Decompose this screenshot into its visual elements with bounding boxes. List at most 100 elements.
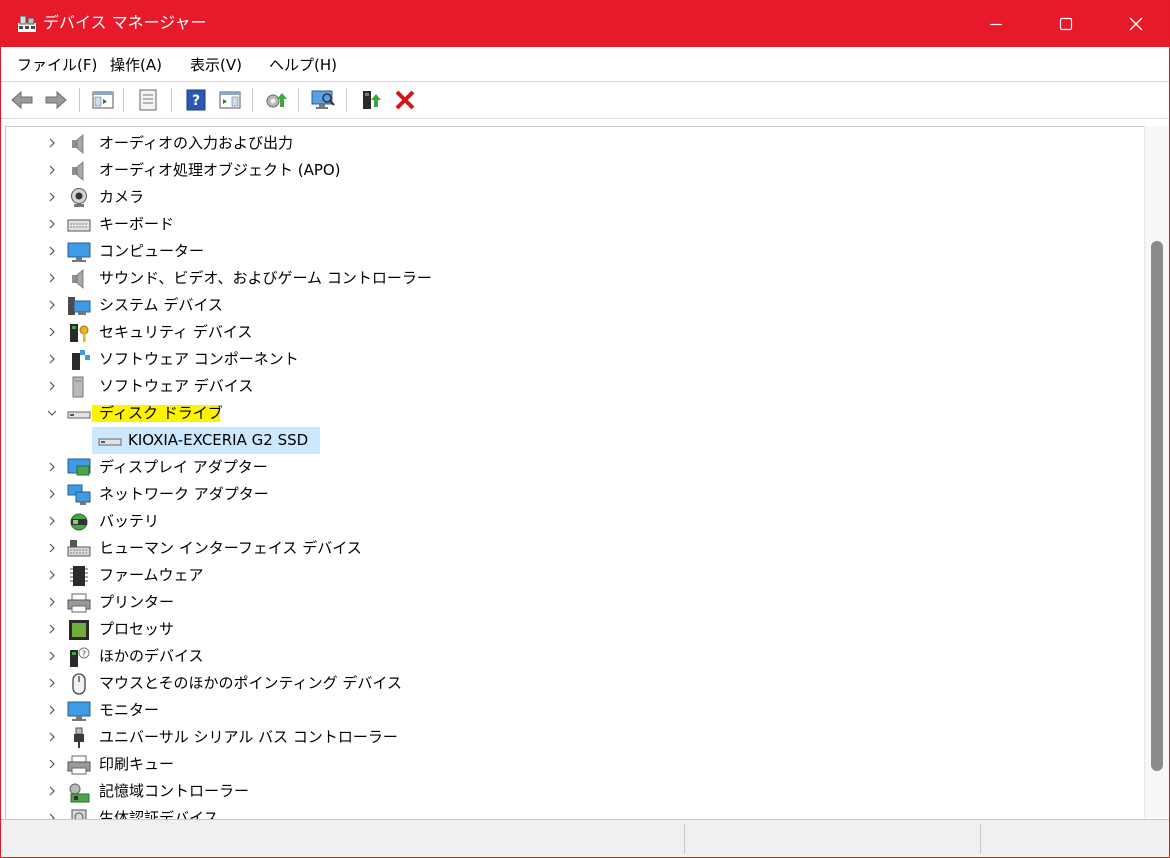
scan-hardware-changes-button[interactable] <box>310 88 336 112</box>
tree-item-monitors[interactable]: モニター <box>6 697 1106 724</box>
show-hide-console-tree-icon <box>92 91 114 109</box>
chevron-right-icon[interactable] <box>46 567 58 583</box>
chevron-right-icon[interactable] <box>46 729 58 745</box>
tree-item-label: プロセッサ <box>99 620 175 638</box>
menu-view[interactable]: 表示(V) <box>190 55 242 75</box>
tree-item-kioxia-ssd[interactable]: KIOXIA-EXCERIA G2 SSD <box>6 427 1106 454</box>
tree-item-label: ヒューマン インターフェイス デバイス <box>99 539 362 557</box>
tree-item-camera[interactable]: カメラ <box>6 184 1106 211</box>
menu-action[interactable]: 操作(A) <box>110 55 162 75</box>
tree-item-audio-io[interactable]: オーディオの入力および出力 <box>6 130 1106 157</box>
uninstall-device-button[interactable] <box>392 88 418 112</box>
security-devices-icon <box>70 324 89 342</box>
chevron-right-icon[interactable] <box>46 702 58 718</box>
chevron-right-icon[interactable] <box>46 486 58 502</box>
tree-item-print-queues[interactable]: 印刷キュー <box>6 751 1106 778</box>
help-button[interactable]: ? <box>183 88 209 112</box>
enable-device-button[interactable] <box>359 88 385 112</box>
maximize-button[interactable] <box>1031 1 1101 47</box>
vertical-scrollbar[interactable] <box>1144 126 1169 818</box>
camera-icon <box>71 188 87 207</box>
chevron-right-icon[interactable] <box>46 297 58 313</box>
tree-item-other-devices[interactable]: ? ほかのデバイス <box>6 643 1106 670</box>
tree-item-security-devices[interactable]: セキュリティ デバイス <box>6 319 1106 346</box>
tree-item-keyboard[interactable]: キーボード <box>6 211 1106 238</box>
chevron-right-icon[interactable] <box>46 648 58 664</box>
tree-item-firmware[interactable]: ファームウェア <box>6 562 1106 589</box>
chevron-right-icon[interactable] <box>46 810 58 819</box>
tree-item-software-component[interactable]: ソフトウェア コンポーネント <box>6 346 1106 373</box>
tree-item-mouse[interactable]: マウスとそのほかのポインティング デバイス <box>6 670 1106 697</box>
toolbar-separator <box>79 88 80 112</box>
chevron-right-icon[interactable] <box>46 162 58 178</box>
show-hide-console-tree-button[interactable] <box>90 88 116 112</box>
scrollbar-thumb[interactable] <box>1151 241 1163 771</box>
tree-item-biometric[interactable]: 生体認証デバイス <box>6 805 1106 819</box>
chevron-right-icon[interactable] <box>46 351 58 367</box>
chevron-down-icon[interactable] <box>46 405 58 421</box>
tree-item-sound-video[interactable]: サウンド、ビデオ、およびゲーム コントローラー <box>6 265 1106 292</box>
tree-item-computer[interactable]: コンピューター <box>6 238 1106 265</box>
menu-file[interactable]: ファイル(F) <box>17 55 97 75</box>
software-component-icon <box>72 350 90 370</box>
tree-item-disk-drives[interactable]: ディスク ドライブ <box>6 400 1106 427</box>
properties-button[interactable] <box>135 88 161 112</box>
status-section <box>1 824 684 854</box>
tree-item-label: ディスプレイ アダプター <box>99 458 268 476</box>
window-title: デバイス マネージャー <box>43 13 207 32</box>
status-section <box>684 824 981 854</box>
chevron-right-icon[interactable] <box>46 189 58 205</box>
battery-icon <box>70 513 88 531</box>
status-bar <box>1 819 1169 857</box>
tree-item-software-devices[interactable]: ソフトウェア デバイス <box>6 373 1106 400</box>
tree-item-system-devices[interactable]: システム デバイス <box>6 292 1106 319</box>
chevron-right-icon[interactable] <box>46 378 58 394</box>
tree-item-label: マウスとそのほかのポインティング デバイス <box>99 674 402 692</box>
chevron-right-icon[interactable] <box>46 783 58 799</box>
chevron-right-icon[interactable] <box>46 270 58 286</box>
tree-item-label: ディスク ドライブ <box>99 404 223 422</box>
chevron-right-icon[interactable] <box>46 756 58 772</box>
chevron-right-icon[interactable] <box>46 675 58 691</box>
tree-item-hid[interactable]: ヒューマン インターフェイス デバイス <box>6 535 1106 562</box>
update-driver-icon <box>266 93 287 108</box>
help-icon: ? <box>186 89 206 111</box>
svg-text:?: ? <box>82 650 86 659</box>
tree-item-network-adapters[interactable]: ネットワーク アダプター <box>6 481 1106 508</box>
tree-item-label: コンピューター <box>99 242 205 260</box>
action-pane-icon <box>219 91 241 109</box>
chevron-right-icon[interactable] <box>46 513 58 529</box>
title-bar[interactable]: デバイス マネージャー <box>1 1 1169 47</box>
back-arrow-icon <box>11 90 33 110</box>
hid-icon <box>67 540 91 557</box>
chevron-right-icon[interactable] <box>46 216 58 232</box>
chevron-right-icon[interactable] <box>46 324 58 340</box>
forward-button[interactable] <box>43 88 69 112</box>
chevron-right-icon[interactable] <box>46 459 58 475</box>
device-tree[interactable]: オーディオの入力および出力 オーディオ処理オブジェクト (APO) カメラ キー… <box>5 126 1145 819</box>
tree-item-label: セキュリティ デバイス <box>99 323 253 341</box>
chevron-right-icon[interactable] <box>46 594 58 610</box>
back-button[interactable] <box>9 88 35 112</box>
minimize-button[interactable] <box>961 1 1031 47</box>
processor-icon <box>69 620 89 640</box>
chevron-right-icon[interactable] <box>46 135 58 151</box>
tree-item-storage-controllers[interactable]: 記憶域コントローラー <box>6 778 1106 805</box>
chevron-right-icon[interactable] <box>46 243 58 259</box>
menu-help[interactable]: ヘルプ(H) <box>269 55 337 75</box>
tree-item-audio-apo[interactable]: オーディオ処理オブジェクト (APO) <box>6 157 1106 184</box>
usb-icon <box>74 727 84 748</box>
tree-item-display-adapters[interactable]: ディスプレイ アダプター <box>6 454 1106 481</box>
tree-item-usb[interactable]: ユニバーサル シリアル バス コントローラー <box>6 724 1106 751</box>
tree-item-battery[interactable]: バッテリ <box>6 508 1106 535</box>
close-button[interactable] <box>1101 1 1169 47</box>
tree-item-label: オーディオ処理オブジェクト (APO) <box>99 161 341 179</box>
chevron-right-icon[interactable] <box>46 621 58 637</box>
tree-item-printers[interactable]: プリンター <box>6 589 1106 616</box>
tree-item-processors[interactable]: プロセッサ <box>6 616 1106 643</box>
tree-item-label: ソフトウェア デバイス <box>99 377 254 395</box>
monitor-icon <box>67 701 91 721</box>
action-pane-button[interactable] <box>217 88 243 112</box>
update-driver-button[interactable] <box>263 88 289 112</box>
chevron-right-icon[interactable] <box>46 540 58 556</box>
